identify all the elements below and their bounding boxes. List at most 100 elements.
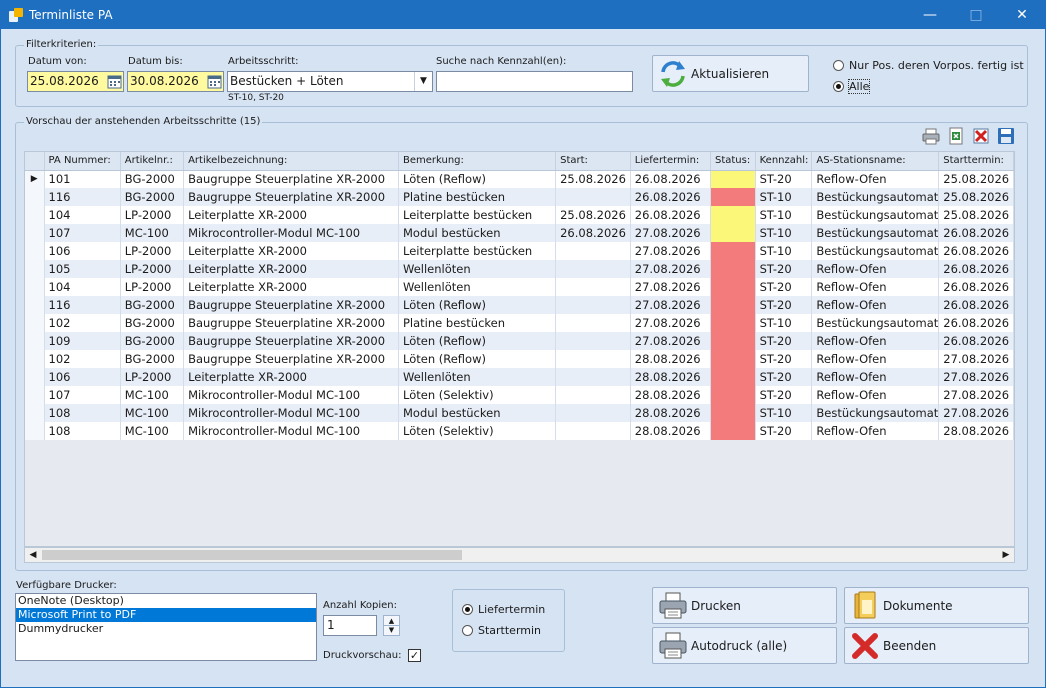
column-header[interactable]: Start: (555, 152, 631, 171)
table-cell[interactable]: 26.08.2026 (938, 242, 1014, 260)
status-cell[interactable] (710, 242, 756, 260)
table-cell[interactable]: 26.08.2026 (555, 224, 631, 242)
table-cell[interactable]: 27.08.2026 (630, 278, 711, 296)
table-row[interactable]: 107 MC-100 Mikrocontroller-Modul MC-100 Mod… (25, 224, 1014, 242)
table-cell[interactable]: 27.08.2026 (630, 332, 711, 350)
table-cell[interactable]: 26.08.2026 (938, 296, 1014, 314)
table-row[interactable]: 102 BG-2000 Baugruppe Steuerplatine XR-200… (25, 350, 1014, 368)
table-cell[interactable]: Bestückungsautomat (811, 242, 940, 260)
table-cell[interactable]: Löten (Selektiv) (398, 386, 557, 404)
status-cell[interactable] (710, 350, 756, 368)
table-cell[interactable]: 27.08.2026 (938, 350, 1014, 368)
table-cell[interactable]: ST-20 (755, 170, 813, 188)
table-cell[interactable]: 28.08.2026 (630, 404, 711, 422)
table-cell[interactable] (555, 278, 631, 296)
table-cell[interactable]: ST-10 (755, 188, 813, 206)
table-cell[interactable]: 104 (44, 278, 121, 296)
table-cell[interactable]: ST-10 (755, 224, 813, 242)
table-cell[interactable]: Reflow-Ofen (811, 386, 940, 404)
table-cell[interactable]: 25.08.2026 (938, 206, 1014, 224)
row-pointer-icon[interactable]: ▶ (25, 170, 45, 188)
step-select[interactable]: Bestücken + Löten ▼ (227, 71, 433, 92)
table-cell[interactable]: 25.08.2026 (555, 170, 631, 188)
table-cell[interactable]: 26.08.2026 (938, 314, 1014, 332)
table-cell[interactable] (555, 260, 631, 278)
scroll-thumb[interactable] (42, 550, 462, 560)
status-cell[interactable] (710, 404, 756, 422)
table-cell[interactable]: 26.08.2026 (630, 170, 711, 188)
table-cell[interactable]: 26.08.2026 (938, 260, 1014, 278)
table-cell[interactable]: 26.08.2026 (938, 332, 1014, 350)
table-cell[interactable]: 27.08.2026 (630, 296, 711, 314)
table-cell[interactable] (555, 188, 631, 206)
table-cell[interactable]: 116 (44, 188, 121, 206)
table-cell[interactable]: Bestückungsautomat (811, 404, 940, 422)
status-cell[interactable] (710, 224, 756, 242)
status-cell[interactable] (710, 278, 756, 296)
table-cell[interactable]: LP-2000 (120, 278, 185, 296)
table-cell[interactable]: 27.08.2026 (630, 260, 711, 278)
table-cell[interactable]: 26.08.2026 (630, 206, 711, 224)
chevron-down-icon[interactable]: ▼ (384, 626, 399, 635)
table-cell[interactable]: MC-100 (120, 404, 185, 422)
table-cell[interactable]: MC-100 (120, 386, 185, 404)
table-cell[interactable]: Baugruppe Steuerplatine XR-2000 (183, 314, 399, 332)
table-cell[interactable]: Wellenlöten (398, 260, 557, 278)
status-cell[interactable] (710, 332, 756, 350)
table-cell[interactable]: BG-2000 (120, 332, 185, 350)
radio-sort-start[interactable]: Starttermin (462, 624, 541, 637)
table-cell[interactable]: ST-20 (755, 296, 813, 314)
print-button[interactable]: Drucken (652, 587, 837, 624)
table-cell[interactable]: LP-2000 (120, 242, 185, 260)
table-cell[interactable]: Löten (Reflow) (398, 170, 557, 188)
row-selector[interactable] (25, 332, 45, 350)
table-cell[interactable] (555, 368, 631, 386)
table-cell[interactable]: 25.08.2026 (938, 188, 1014, 206)
table-cell[interactable]: BG-2000 (120, 350, 185, 368)
table-cell[interactable]: Bestückungsautomat (811, 206, 940, 224)
table-cell[interactable]: 105 (44, 260, 121, 278)
table-row[interactable]: 116 BG-2000 Baugruppe Steuerplatine XR-200… (25, 296, 1014, 314)
calendar-icon[interactable] (107, 74, 122, 89)
table-cell[interactable]: 106 (44, 368, 121, 386)
table-cell[interactable]: Leiterplatte XR-2000 (183, 242, 399, 260)
table-cell[interactable]: Wellenlöten (398, 368, 557, 386)
table-cell[interactable]: LP-2000 (120, 368, 185, 386)
table-cell[interactable]: ST-20 (755, 422, 813, 440)
status-cell[interactable] (710, 206, 756, 224)
row-selector[interactable] (25, 224, 45, 242)
table-row[interactable]: 107 MC-100 Mikrocontroller-Modul MC-100 Löt… (25, 386, 1014, 404)
table-cell[interactable]: 107 (44, 224, 121, 242)
row-selector[interactable] (25, 278, 45, 296)
table-cell[interactable]: BG-2000 (120, 296, 185, 314)
table-cell[interactable]: 28.08.2026 (630, 368, 711, 386)
chevron-up-icon[interactable]: ▲ (384, 616, 399, 626)
table-cell[interactable]: ST-20 (755, 368, 813, 386)
table-row[interactable]: 116 BG-2000 Baugruppe Steuerplatine XR-200… (25, 188, 1014, 206)
table-cell[interactable]: 102 (44, 314, 121, 332)
table-cell[interactable]: Baugruppe Steuerplatine XR-2000 (183, 170, 399, 188)
printer-list[interactable]: OneNote (Desktop) Microsoft Print to PDF… (15, 593, 317, 661)
table-cell[interactable]: 28.08.2026 (630, 350, 711, 368)
table-row[interactable]: 108 MC-100 Mikrocontroller-Modul MC-100 Mod… (25, 404, 1014, 422)
column-header[interactable]: PA Nummer: (44, 152, 121, 171)
table-cell[interactable]: ST-20 (755, 260, 813, 278)
table-cell[interactable]: Löten (Reflow) (398, 296, 557, 314)
table-cell[interactable]: Leiterplatte XR-2000 (183, 260, 399, 278)
row-selector[interactable] (25, 368, 45, 386)
radio-all[interactable]: Alle (833, 79, 871, 94)
table-cell[interactable]: BG-2000 (120, 314, 185, 332)
scroll-left-icon[interactable]: ◀ (25, 548, 41, 562)
horizontal-scrollbar[interactable]: ◀ ▶ (24, 547, 1015, 563)
row-selector[interactable] (25, 296, 45, 314)
row-selector[interactable] (25, 386, 45, 404)
table-cell[interactable]: Mikrocontroller-Modul MC-100 (183, 422, 399, 440)
table-cell[interactable]: LP-2000 (120, 260, 185, 278)
row-selector[interactable] (25, 314, 45, 332)
table-row[interactable]: 106 LP-2000 Leiterplatte XR-2000 Wellenlöte… (25, 368, 1014, 386)
table-cell[interactable]: Modul bestücken (398, 224, 557, 242)
table-cell[interactable]: 27.08.2026 (630, 242, 711, 260)
table-cell[interactable] (555, 404, 631, 422)
table-cell[interactable]: Leiterplatte XR-2000 (183, 368, 399, 386)
column-header[interactable]: Status: (710, 152, 756, 171)
